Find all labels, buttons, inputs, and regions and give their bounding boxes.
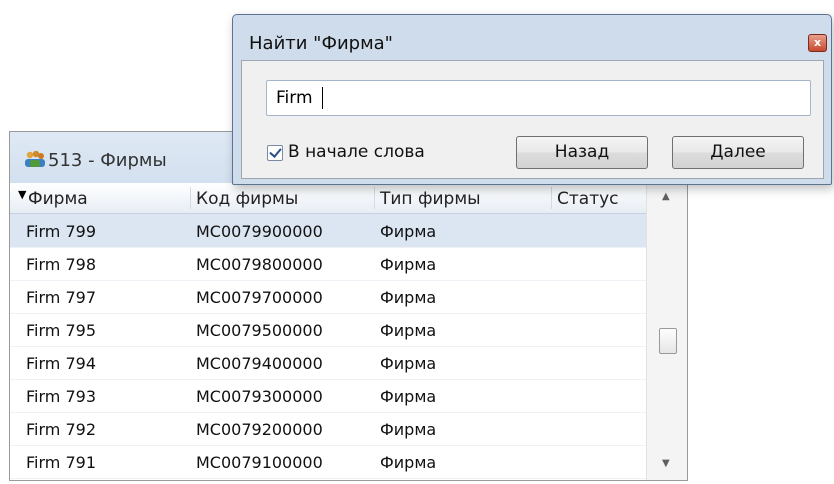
sort-descending-icon: ▼ — [18, 188, 27, 201]
scroll-down-arrow-icon[interactable]: ▼ — [662, 458, 670, 469]
scroll-up-arrow-icon[interactable]: ▲ — [662, 191, 670, 202]
find-dialog: Найти "Фирма" x В начале слова Назад Дал… — [232, 14, 832, 185]
column-header-type[interactable]: Тип фирмы — [380, 189, 481, 209]
table-row[interactable]: Firm 793 MC0079300000 Фирма — [10, 379, 646, 413]
word-start-checkbox[interactable] — [267, 145, 283, 161]
text-caret — [322, 87, 323, 109]
cell-type: Фирма — [380, 255, 437, 274]
cell-firm: Firm 795 — [26, 321, 96, 340]
cell-code: MC0079800000 — [196, 255, 323, 274]
table-row[interactable]: Firm 791 MC0079100000 Фирма — [10, 445, 646, 479]
cell-firm: Firm 798 — [26, 255, 96, 274]
cell-code: MC0079500000 — [196, 321, 323, 340]
cell-type: Фирма — [380, 222, 437, 241]
close-icon[interactable]: x — [808, 34, 827, 52]
users-group-icon — [25, 150, 45, 167]
column-header-firm[interactable]: Фирма — [28, 189, 88, 209]
column-separator[interactable] — [374, 187, 375, 209]
cell-type: Фирма — [380, 354, 437, 373]
dialog-content: В начале слова Назад Далее — [241, 60, 824, 179]
cell-code: MC0079100000 — [196, 453, 323, 472]
table-row[interactable]: Firm 797 MC0079700000 Фирма — [10, 280, 646, 314]
cell-code: MC0079300000 — [196, 387, 323, 406]
column-header-status[interactable]: Статус — [557, 189, 619, 209]
cell-code: MC0079900000 — [196, 222, 323, 241]
cell-type: Фирма — [380, 387, 437, 406]
column-separator[interactable] — [190, 187, 191, 209]
column-header-code[interactable]: Код фирмы — [196, 189, 298, 209]
cell-type: Фирма — [380, 453, 437, 472]
cell-code: MC0079700000 — [196, 288, 323, 307]
word-start-checkbox-label[interactable]: В начале слова — [288, 142, 425, 162]
table-row[interactable]: Firm 799 MC0079900000 Фирма — [10, 214, 646, 248]
cell-code: MC0079200000 — [196, 420, 323, 439]
back-button[interactable]: Назад — [516, 136, 648, 169]
cell-firm: Firm 794 — [26, 354, 96, 373]
cell-firm: Firm 791 — [26, 453, 96, 472]
cell-firm: Firm 799 — [26, 222, 96, 241]
next-button[interactable]: Далее — [672, 136, 804, 169]
table-row[interactable]: Firm 794 MC0079400000 Фирма — [10, 346, 646, 380]
table-row[interactable]: Firm 795 MC0079500000 Фирма — [10, 313, 646, 347]
cell-type: Фирма — [380, 288, 437, 307]
cell-firm: Firm 797 — [26, 288, 96, 307]
grid-header: ▼ Фирма Код фирмы Тип фирмы Статус — [10, 183, 646, 214]
cell-firm: Firm 793 — [26, 387, 96, 406]
dialog-title: Найти "Фирма" — [249, 33, 393, 54]
cell-type: Фирма — [380, 321, 437, 340]
vertical-scrollbar[interactable]: ▲ ▼ — [646, 183, 687, 480]
table-row[interactable]: Firm 792 MC0079200000 Фирма — [10, 412, 646, 446]
grid-body: Firm 799 MC0079900000 Фирма Firm 798 MC0… — [10, 214, 646, 480]
cell-firm: Firm 792 — [26, 420, 96, 439]
search-input[interactable] — [266, 80, 811, 116]
scrollbar-thumb[interactable] — [659, 328, 677, 354]
cell-code: MC0079400000 — [196, 354, 323, 373]
table-row[interactable]: Firm 798 MC0079800000 Фирма — [10, 247, 646, 281]
column-separator[interactable] — [551, 187, 552, 209]
firms-window-title: 513 - Фирмы — [48, 150, 167, 171]
cell-type: Фирма — [380, 420, 437, 439]
